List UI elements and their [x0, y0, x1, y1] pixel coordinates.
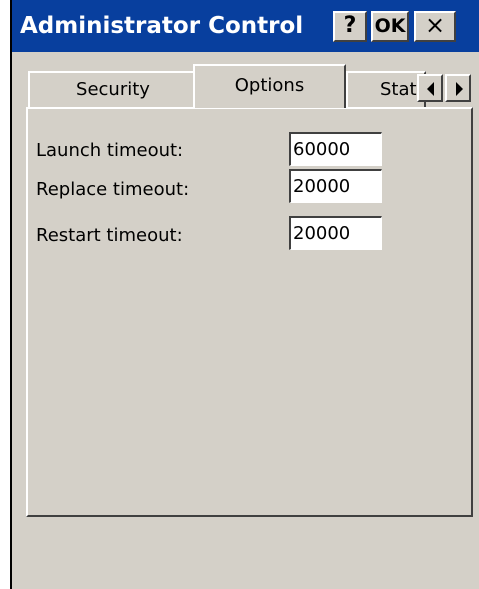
tab-options[interactable]: Options	[193, 64, 346, 108]
restart-timeout-label: Restart timeout:	[36, 225, 183, 246]
title-bar: Administrator Control ? OK ×	[12, 0, 479, 52]
close-button[interactable]: ×	[414, 11, 456, 42]
help-button[interactable]: ?	[333, 11, 367, 42]
ok-button[interactable]: OK	[371, 11, 409, 42]
admin-control-window: Administrator Control ? OK × Security St…	[10, 0, 479, 589]
options-panel	[26, 107, 473, 517]
tab-scroll-left-button[interactable]	[417, 74, 443, 102]
tab-status[interactable]: Status	[346, 71, 426, 109]
arrow-right-icon	[456, 82, 463, 96]
arrow-left-icon	[427, 82, 434, 96]
tab-security[interactable]: Security	[28, 71, 198, 109]
restart-timeout-input[interactable]	[289, 216, 382, 250]
tab-scroll-right-button[interactable]	[445, 74, 471, 102]
launch-timeout-input[interactable]	[289, 132, 382, 166]
window-title: Administrator Control	[20, 13, 304, 39]
replace-timeout-label: Replace timeout:	[36, 179, 190, 200]
tab-scroll-arrows	[417, 74, 473, 102]
replace-timeout-input[interactable]	[289, 169, 382, 203]
launch-timeout-label: Launch timeout:	[36, 140, 184, 161]
